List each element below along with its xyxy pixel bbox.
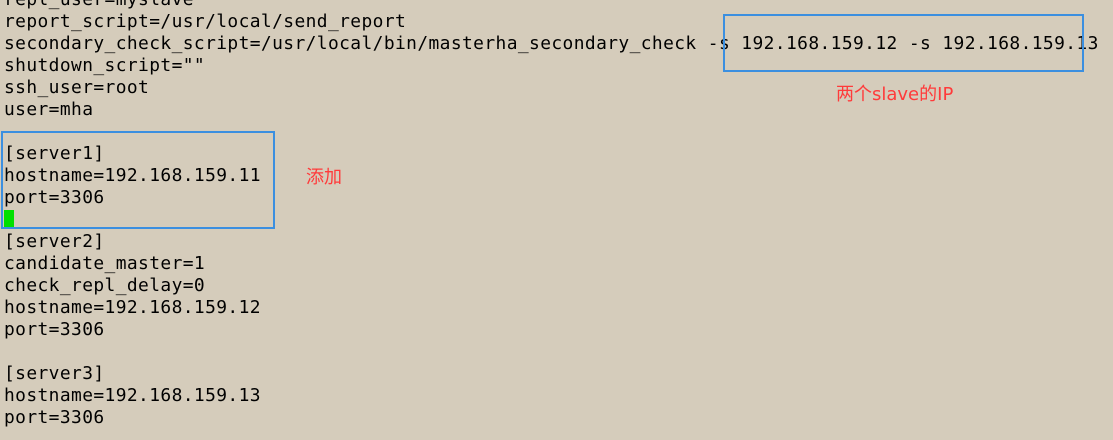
add-annotation: 添加: [306, 167, 342, 188]
config-line-user: user=mha: [4, 99, 94, 120]
config-line-server2-header: [server2]: [4, 231, 105, 252]
slave-ip-annotation: 两个slave的IP: [836, 84, 954, 105]
config-line-server3-port: port=3306: [4, 407, 105, 428]
config-line-server2-hostname: hostname=192.168.159.12: [4, 297, 261, 318]
config-line-server3-header: [server3]: [4, 363, 105, 384]
config-line-server2-check-repl-delay: check_repl_delay=0: [4, 275, 206, 296]
server1-highlight-box: [1, 131, 275, 229]
config-line-ssh-user: ssh_user=root: [4, 77, 150, 98]
slave-ip-highlight-box: [723, 14, 1084, 72]
config-line-server2-port: port=3306: [4, 319, 105, 340]
config-line-server2-candidate-master: candidate_master=1: [4, 253, 206, 274]
config-line-server3-hostname: hostname=192.168.159.13: [4, 385, 261, 406]
config-line-shutdown-script: shutdown_script="": [4, 55, 206, 76]
config-line-report-script: report_script=/usr/local/send_report: [4, 11, 407, 32]
config-line-repl-user: repl_user=myslave: [4, 0, 194, 11]
